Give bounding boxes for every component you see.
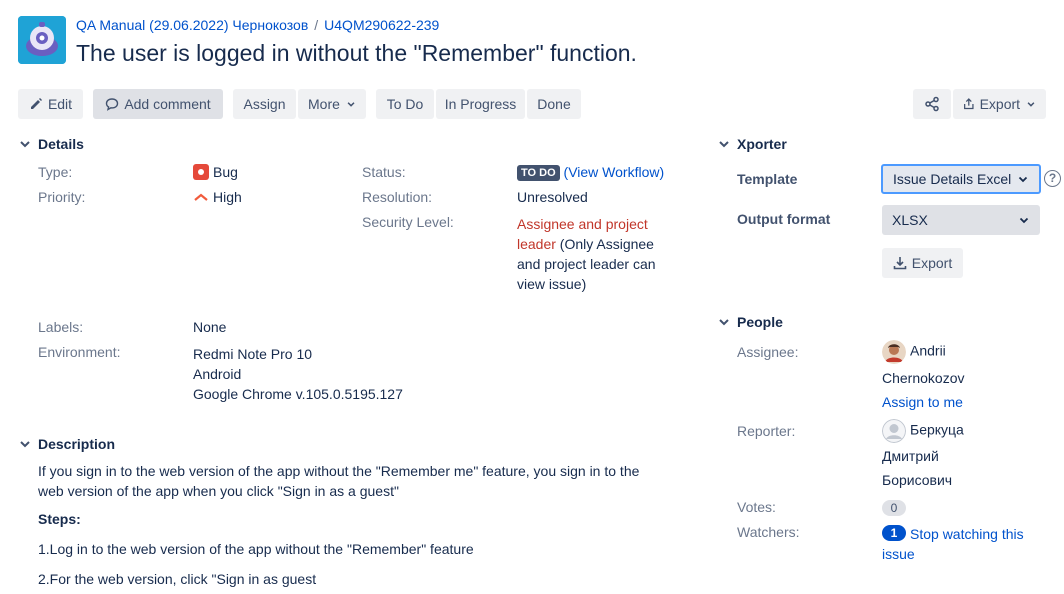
edit-label: Edit bbox=[47, 96, 73, 112]
assign-button[interactable]: Assign bbox=[233, 89, 296, 119]
template-select[interactable]: Issue Details Excel bbox=[881, 164, 1041, 194]
votes-count[interactable]: 0 bbox=[882, 500, 906, 516]
assignee-avatar bbox=[882, 340, 906, 364]
labels-label: Labels: bbox=[38, 319, 84, 335]
chevron-down-icon bbox=[719, 319, 729, 326]
bug-icon bbox=[193, 164, 209, 180]
transition-todo-button[interactable]: To Do bbox=[376, 89, 434, 119]
share-button[interactable] bbox=[913, 89, 951, 119]
template-label: Template bbox=[737, 171, 798, 187]
transition-done-button[interactable]: Done bbox=[527, 89, 581, 119]
chevron-down-icon bbox=[1019, 217, 1029, 224]
environment-value: Redmi Note Pro 10 Android Google Chrome … bbox=[193, 344, 403, 404]
step-2: 2.For the web version, click "Sign in as… bbox=[38, 571, 317, 587]
people-section-toggle[interactable]: People bbox=[717, 314, 783, 330]
priority-high-icon bbox=[194, 193, 208, 201]
assign-label: Assign bbox=[243, 96, 286, 112]
download-icon bbox=[893, 257, 907, 270]
chevron-down-icon bbox=[20, 141, 30, 148]
reporter-avatar bbox=[882, 419, 906, 443]
view-workflow-link[interactable]: View Workflow bbox=[568, 164, 659, 180]
done-label: Done bbox=[537, 96, 571, 112]
description-intro: If you sign in to the web version of the… bbox=[38, 463, 640, 499]
security-level-value: Assignee and project leader (Only Assign… bbox=[517, 214, 657, 294]
watchers-label: Watchers: bbox=[737, 524, 800, 540]
assign-to-me-link[interactable]: Assign to me bbox=[882, 394, 963, 410]
environment-line: Redmi Note Pro 10 bbox=[193, 346, 313, 362]
description-heading: Description bbox=[38, 436, 116, 452]
status-badge: TO DO bbox=[517, 165, 560, 181]
output-format-value: XLSX bbox=[892, 212, 928, 228]
security-level-label: Security Level: bbox=[362, 214, 454, 230]
output-format-label: Output format bbox=[737, 211, 831, 227]
environment-line: Google Chrome v.105.0.5195.127 bbox=[193, 386, 403, 402]
resolution-label: Resolution: bbox=[362, 189, 433, 205]
in-progress-label: In Progress bbox=[444, 96, 517, 112]
type-text: Bug bbox=[213, 164, 238, 180]
chevron-down-icon bbox=[719, 141, 729, 148]
more-button[interactable]: More bbox=[298, 89, 366, 119]
breadcrumb: QA Manual (29.06.2022) Чернокозов / U4QM29… bbox=[76, 17, 439, 33]
xporter-export-button[interactable]: Export bbox=[882, 248, 963, 278]
xporter-heading: Xporter bbox=[737, 136, 787, 152]
edit-button[interactable]: Edit bbox=[18, 89, 83, 119]
assignee-value[interactable]: Andrii bbox=[882, 340, 946, 364]
status-label: Status: bbox=[362, 164, 406, 180]
priority-text: High bbox=[213, 189, 242, 205]
reporter-first-name: Беркуца bbox=[910, 421, 964, 438]
breadcrumb-issue-key-link[interactable]: U4QM290622-239 bbox=[324, 17, 439, 33]
export-icon bbox=[964, 98, 974, 110]
reporter-name-line3: Борисович bbox=[882, 472, 953, 488]
chevron-down-icon bbox=[20, 441, 30, 448]
share-icon bbox=[925, 96, 939, 112]
page-title: The user is logged in without the "Remem… bbox=[76, 40, 637, 66]
stop-watching-link[interactable]: Stop watching this issue bbox=[882, 524, 1032, 564]
reporter-label: Reporter: bbox=[737, 423, 796, 439]
resolution-value: Unresolved bbox=[517, 189, 588, 205]
reporter-name-line2: Дмитрий bbox=[882, 448, 939, 464]
votes-label: Votes: bbox=[737, 499, 776, 515]
output-format-select[interactable]: XLSX bbox=[882, 205, 1040, 235]
todo-label: To Do bbox=[386, 96, 424, 112]
project-avatar[interactable] bbox=[18, 16, 66, 64]
add-comment-button[interactable]: Add comment bbox=[93, 89, 223, 119]
pencil-icon bbox=[30, 98, 42, 109]
export-menu-label: Export bbox=[979, 96, 1021, 112]
status-value: TO DO (View Workflow) bbox=[517, 164, 664, 181]
workflow-paren-close: ) bbox=[659, 164, 665, 180]
xporter-export-label: Export bbox=[911, 255, 953, 271]
details-heading: Details bbox=[38, 136, 84, 152]
environment-label: Environment: bbox=[38, 344, 121, 360]
environment-line: Android bbox=[193, 366, 242, 382]
comment-icon bbox=[106, 98, 119, 111]
chevron-down-icon bbox=[1018, 176, 1028, 183]
assignee-first-name: Andrii bbox=[910, 342, 946, 359]
steps-heading: Steps: bbox=[38, 511, 81, 527]
type-value: Bug bbox=[193, 164, 238, 180]
help-icon[interactable]: ? bbox=[1044, 170, 1061, 187]
breadcrumb-project-link[interactable]: QA Manual (29.06.2022) Чернокозов bbox=[76, 17, 308, 33]
xporter-section-toggle[interactable]: Xporter bbox=[717, 136, 787, 152]
details-section-toggle[interactable]: Details bbox=[18, 136, 84, 152]
transition-in-progress-button[interactable]: In Progress bbox=[436, 89, 525, 119]
add-comment-label: Add comment bbox=[124, 96, 211, 112]
template-value: Issue Details Excel bbox=[893, 171, 1012, 187]
breadcrumb-separator: / bbox=[314, 17, 319, 33]
chevron-down-icon bbox=[1027, 102, 1035, 107]
more-label: More bbox=[308, 96, 340, 112]
assignee-last-name: Chernokozov bbox=[882, 370, 965, 386]
assignee-label: Assignee: bbox=[737, 344, 799, 360]
priority-value: High bbox=[193, 189, 242, 205]
labels-value: None bbox=[193, 319, 227, 335]
step-1: 1.Log in to the web version of the app w… bbox=[38, 541, 474, 557]
export-menu-button[interactable]: Export bbox=[953, 89, 1046, 119]
chevron-down-icon bbox=[347, 102, 355, 107]
type-label: Type: bbox=[38, 164, 73, 180]
reporter-value[interactable]: Беркуца bbox=[882, 419, 964, 443]
description-section-toggle[interactable]: Description bbox=[18, 436, 115, 452]
priority-label: Priority: bbox=[38, 189, 86, 205]
people-heading: People bbox=[737, 314, 783, 330]
